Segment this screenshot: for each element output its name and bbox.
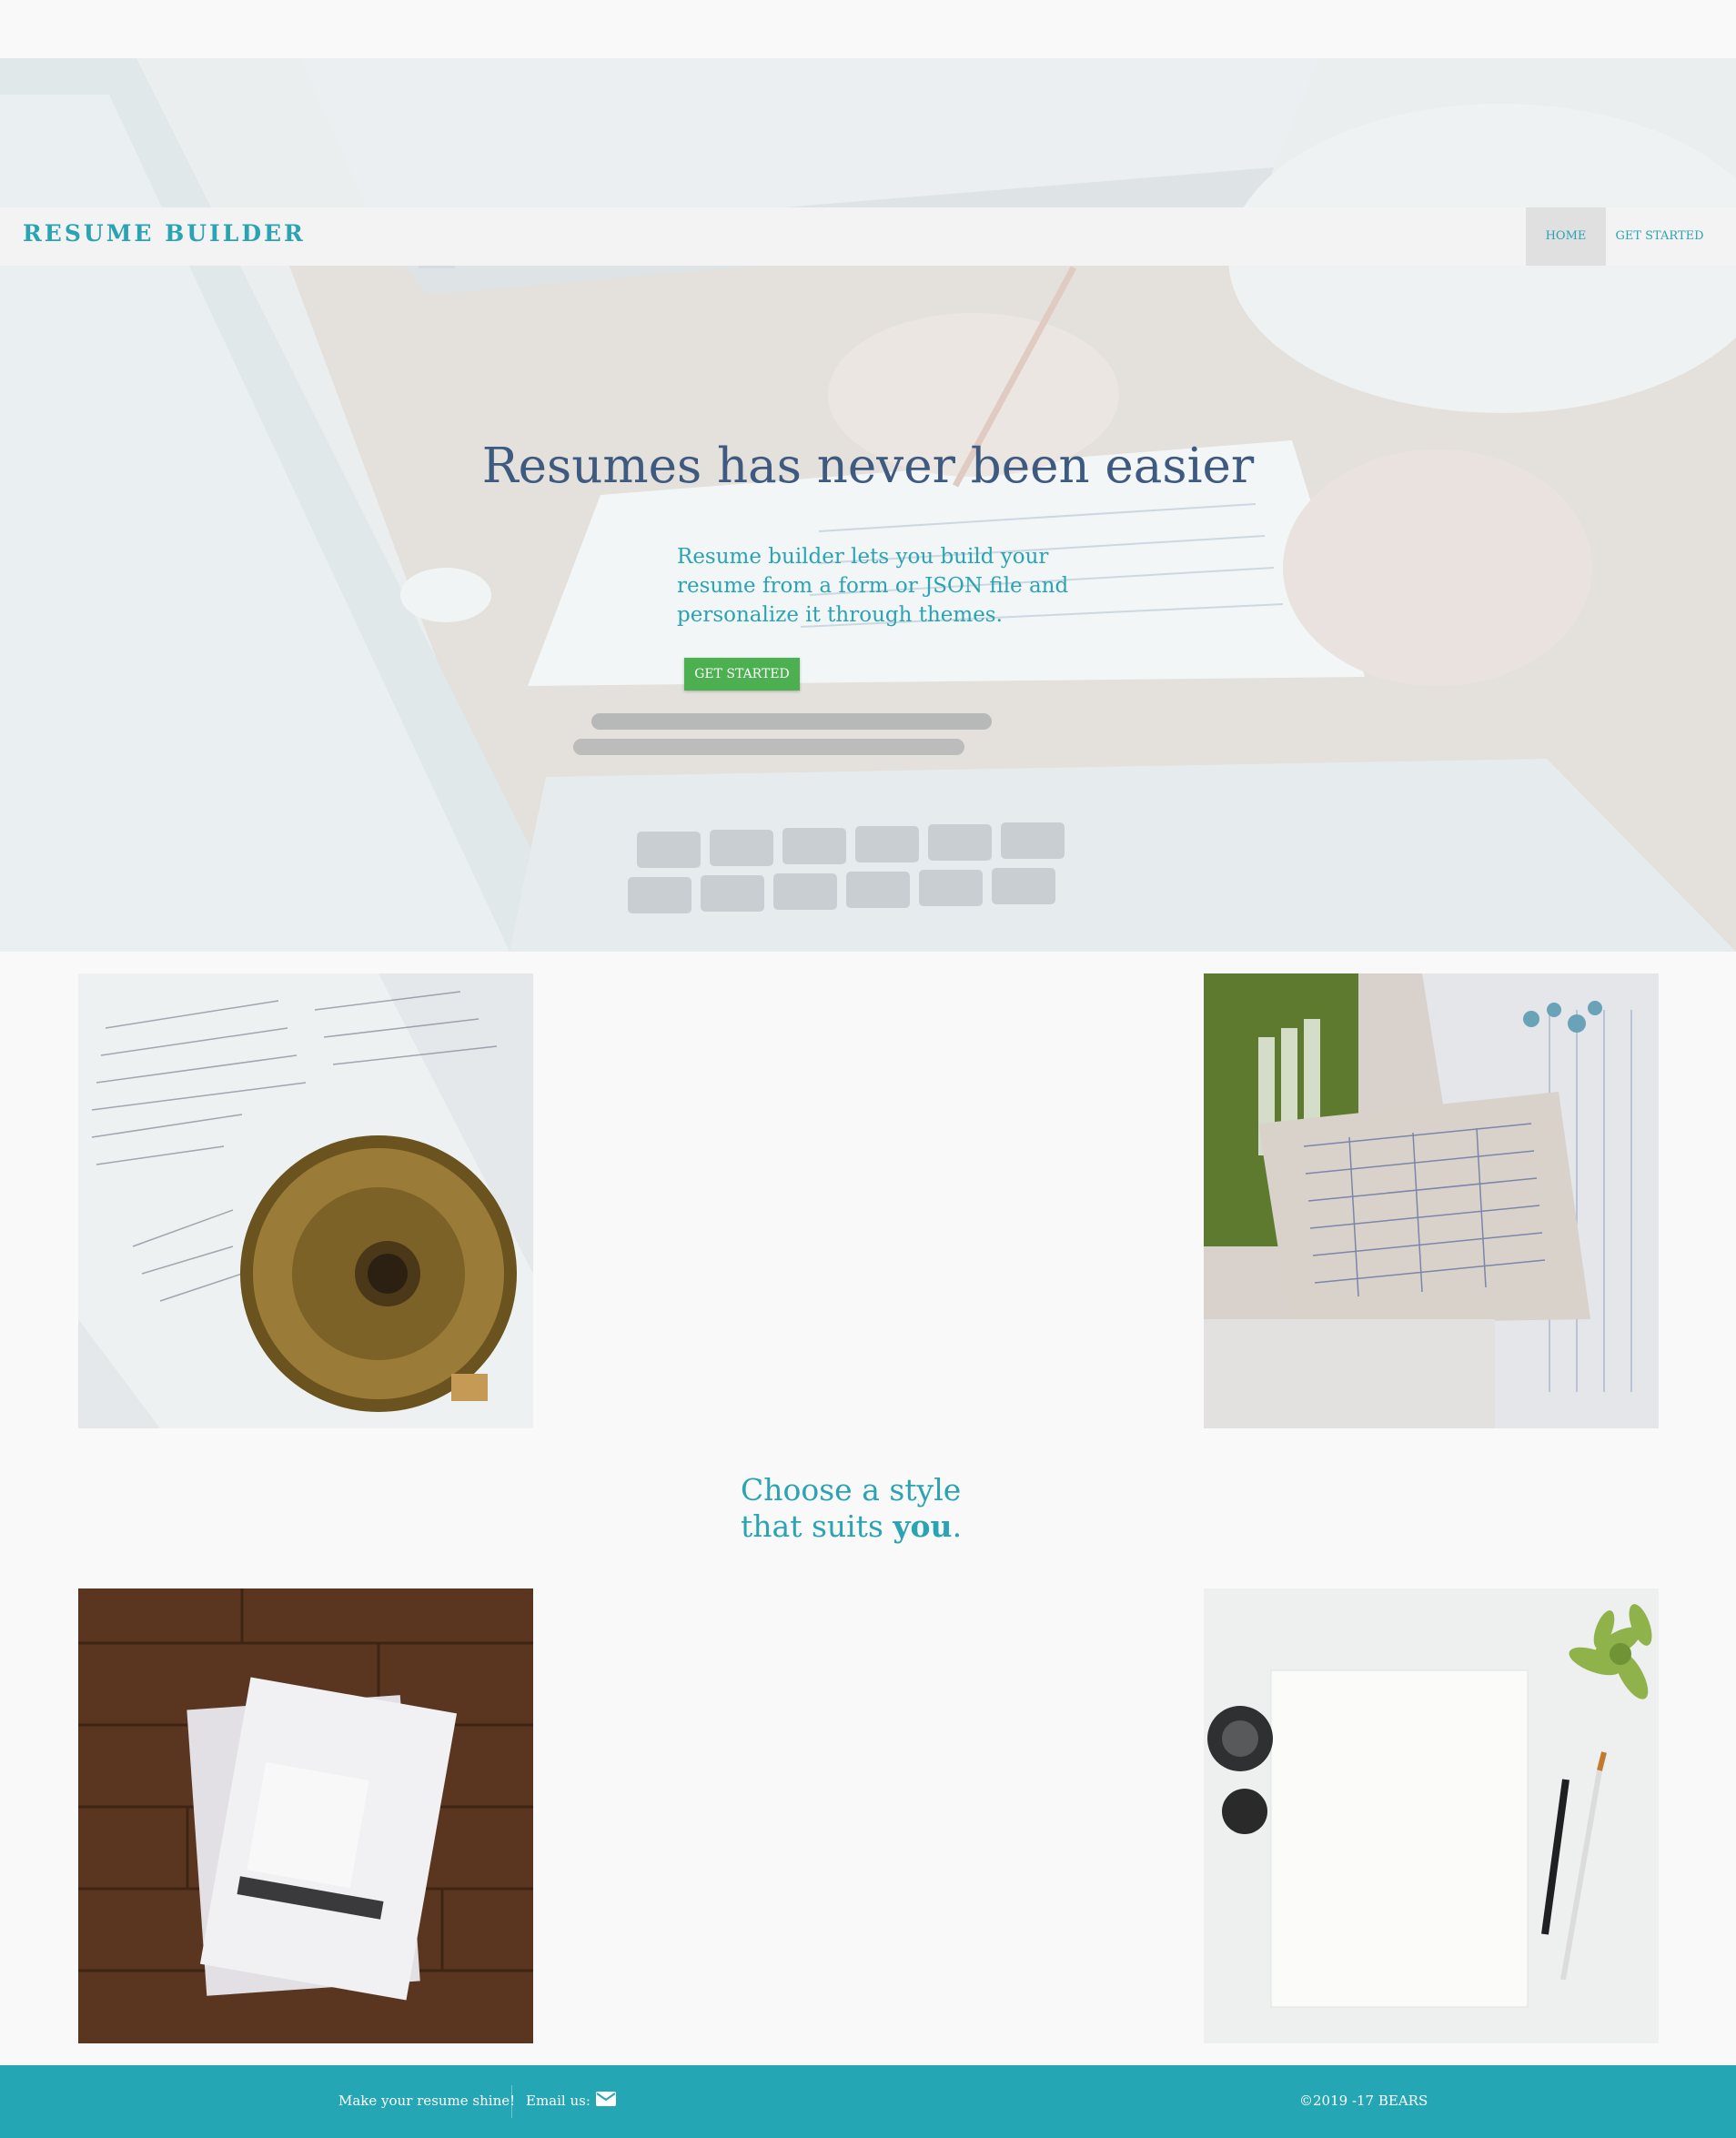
footer-email-label: Email us: bbox=[526, 2093, 590, 2109]
nav-item-home[interactable]: HOME bbox=[1526, 207, 1606, 266]
tagline-line-1: Choose a style bbox=[741, 1472, 962, 1508]
tagline-emphasis: you bbox=[893, 1508, 953, 1544]
envelope-icon[interactable] bbox=[596, 2092, 616, 2110]
gallery-image-japanese-papers bbox=[1204, 973, 1659, 1428]
hero-background-image bbox=[0, 58, 1736, 952]
get-started-button[interactable]: GET STARTED bbox=[684, 658, 800, 691]
nav-item-get-started[interactable]: GET STARTED bbox=[1606, 207, 1713, 266]
gallery-image-blank-paper-ink bbox=[1204, 1588, 1659, 2043]
footer-divider bbox=[511, 2085, 512, 2118]
brand-logo[interactable]: RESUME BUILDER bbox=[23, 220, 306, 247]
hero-description: Resume builder lets you build your resum… bbox=[677, 545, 1069, 627]
tagline: Choose a style that suits you. bbox=[741, 1472, 962, 1545]
tagline-line-2: that suits you. bbox=[741, 1508, 963, 1544]
hero-section: Resumes has never been easier Resume bui… bbox=[0, 58, 1736, 952]
footer-slogan: Make your resume shine! bbox=[338, 2093, 516, 2109]
top-navbar: RESUME BUILDER HOME GET STARTED bbox=[0, 207, 1736, 266]
footer: Make your resume shine! Email us: ©2019 … bbox=[0, 2065, 1736, 2138]
footer-copyright: ©2019 -17 BEARS bbox=[1299, 2093, 1428, 2109]
gallery-image-handwritten-letters bbox=[78, 973, 533, 1428]
hero-title: Resumes has never been easier bbox=[481, 439, 1255, 494]
gallery-image-magazines-on-wood bbox=[78, 1588, 533, 2043]
